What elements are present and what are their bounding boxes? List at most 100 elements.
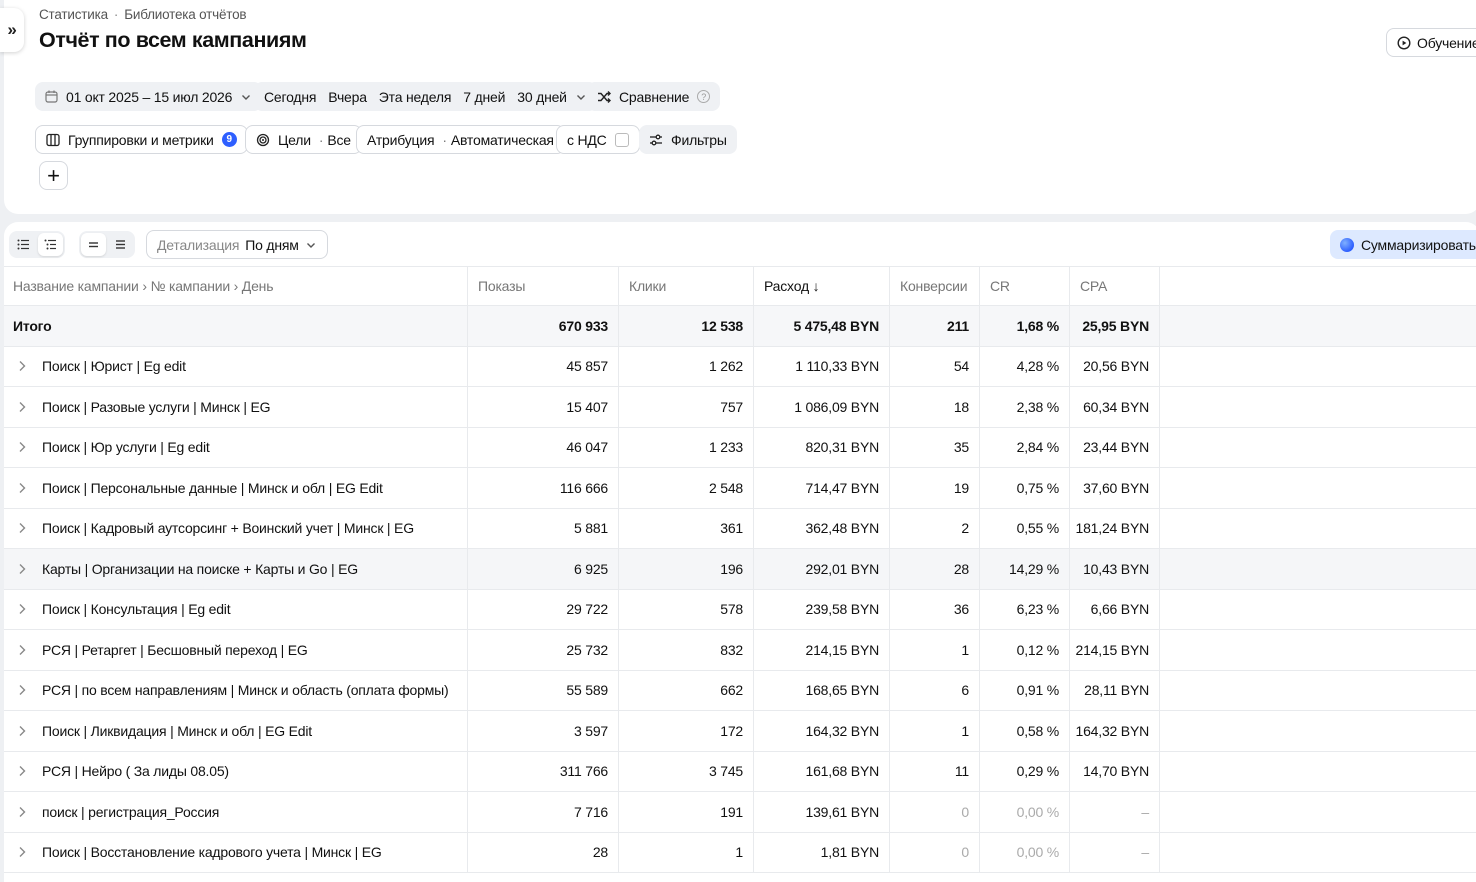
conversions-cell: 18 (890, 387, 980, 427)
campaign-name[interactable]: Поиск | Консультация | Eg edit (42, 601, 231, 617)
table-row[interactable]: Поиск | Консультация | Eg edit 29 722 578 2… (4, 589, 1476, 630)
table-row[interactable]: Поиск | Персональные данные | Минск и об… (4, 468, 1476, 509)
chevron-right-icon[interactable] (17, 563, 37, 575)
chevron-right-icon[interactable] (17, 684, 37, 696)
chevron-right-icon[interactable] (17, 482, 37, 494)
campaign-name[interactable]: поиск | регистрация_Россия (42, 804, 219, 820)
table-row[interactable]: поиск | регистрация_Россия 7 716 191 139,61… (4, 792, 1476, 833)
breadcrumb-report-library[interactable]: Библиотека отчётов (124, 7, 246, 22)
table-row[interactable]: Поиск | Восстановление кадрового учета |… (4, 832, 1476, 873)
table-row[interactable]: Карты | Организации на поиске + Карты и … (4, 549, 1476, 590)
add-button[interactable]: + (39, 161, 68, 190)
table-row[interactable]: РСЯ | по всем направлениям | Минск и обл… (4, 670, 1476, 711)
table-row[interactable]: Поиск | Кадровый аутсорсинг + Воинский у… (4, 508, 1476, 549)
density-compact-button[interactable] (81, 233, 106, 256)
chevron-right-icon[interactable] (17, 725, 37, 737)
campaign-name[interactable]: РСЯ | по всем направлениям | Минск и обл… (42, 682, 449, 698)
impressions-cell: 15 407 (468, 387, 619, 427)
campaign-name-cell: Поиск | Разовые услуги | Минск | EG (4, 387, 468, 427)
total-conversions: 211 (890, 306, 980, 346)
column-header-conversions[interactable]: Конверсии (890, 267, 980, 305)
period-yesterday[interactable]: Вчера (328, 89, 367, 105)
cr-cell: 0,55 % (980, 508, 1070, 548)
breadcrumb-statistics[interactable]: Статистика (39, 7, 108, 22)
column-header-campaign[interactable]: Название кампании › № кампании › День (4, 267, 468, 305)
campaign-name[interactable]: Поиск | Ликвидация | Минск и обл | EG Ed… (42, 723, 312, 739)
table-row[interactable]: Поиск | Ликвидация | Минск и обл | EG Ed… (4, 711, 1476, 752)
period-30-days[interactable]: 30 дней (517, 89, 567, 105)
campaign-name[interactable]: Поиск | Юрист | Eg edit (42, 358, 186, 374)
column-header-cr[interactable]: CR (980, 267, 1070, 305)
table-row[interactable]: РСЯ | Нейро ( За лиды 08.05) 311 766 3 745… (4, 751, 1476, 792)
chevron-right-icon[interactable] (17, 806, 37, 818)
campaign-name[interactable]: Поиск | Юр услуги | Eg edit (42, 439, 210, 455)
chevron-right-icon[interactable] (17, 522, 37, 534)
impressions-cell: 25 732 (468, 630, 619, 670)
table-row[interactable]: РСЯ | Ретаргет | Бесшовный переход | EG 2… (4, 630, 1476, 671)
detail-level-select[interactable]: Детализация По дням (146, 230, 328, 259)
table-row[interactable]: Поиск | Разовые услуги | Минск | EG 15 40… (4, 387, 1476, 428)
play-circle-icon (1397, 35, 1411, 50)
period-7-days[interactable]: 7 дней (463, 89, 505, 105)
table-row[interactable]: Поиск | Юр услуги | Eg edit 46 047 1 233 82… (4, 427, 1476, 468)
cpa-cell: 214,15 BYN (1070, 630, 1160, 670)
column-header-cpa[interactable]: CPA (1070, 267, 1160, 305)
date-range-value: 01 окт 2025 – 15 июл 2026 (66, 88, 233, 105)
campaign-name[interactable]: Поиск | Восстановление кадрового учета |… (42, 844, 382, 860)
chevron-right-icon[interactable] (17, 765, 37, 777)
clicks-cell: 2 548 (619, 468, 754, 508)
period-this-week[interactable]: Эта неделя (379, 89, 452, 105)
report-table-panel: Детализация По дням Суммаризировать Назв… (4, 222, 1476, 882)
help-icon[interactable]: ? (697, 90, 711, 103)
clicks-cell: 757 (619, 387, 754, 427)
chevron-right-icon[interactable] (17, 603, 37, 615)
sidebar-expand-button[interactable]: » (0, 8, 24, 52)
attribution-button[interactable]: Атрибуция · Автоматическая (356, 125, 565, 154)
column-header-clicks[interactable]: Клики (619, 267, 754, 305)
campaign-name[interactable]: Поиск | Кадровый аутсорсинг + Воинский у… (42, 520, 414, 536)
clicks-cell: 191 (619, 792, 754, 832)
campaign-name-cell: Поиск | Консультация | Eg edit (4, 589, 468, 629)
tree-list-icon (44, 239, 56, 250)
density-regular-button[interactable] (108, 233, 133, 256)
campaign-name[interactable]: РСЯ | Ретаргет | Бесшовный переход | EG (42, 642, 308, 658)
column-header-spend[interactable]: Расход ↓ (754, 267, 890, 305)
total-clicks: 12 538 (619, 306, 754, 346)
cpa-cell: 20,56 BYN (1070, 346, 1160, 386)
conversions-cell: 0 (890, 832, 980, 872)
summarize-button[interactable]: Суммаризировать (1330, 230, 1476, 259)
table-row[interactable]: Поиск | Юрист | Eg edit 45 857 1 262 1 110,… (4, 346, 1476, 387)
spend-cell: 1 110,33 BYN (754, 346, 890, 386)
flat-list-view-button[interactable] (11, 233, 36, 256)
learning-button[interactable]: Обучение (1386, 28, 1476, 57)
column-header-impressions[interactable]: Показы (468, 267, 619, 305)
comparison-button[interactable]: Сравнение ? (587, 82, 721, 111)
tree-list-view-button[interactable] (38, 233, 63, 256)
cr-cell: 0,12 % (980, 630, 1070, 670)
campaign-name[interactable]: Поиск | Разовые услуги | Минск | EG (42, 399, 270, 415)
conversions-cell: 19 (890, 468, 980, 508)
cpa-cell: – (1070, 832, 1160, 872)
campaign-name[interactable]: Карты | Организации на поиске + Карты и … (42, 561, 358, 577)
chevron-right-icon[interactable] (17, 360, 37, 372)
chevron-right-icon[interactable] (17, 846, 37, 858)
campaign-name[interactable]: Поиск | Персональные данные | Минск и об… (42, 480, 383, 496)
period-today[interactable]: Сегодня (264, 89, 316, 105)
clicks-cell: 172 (619, 711, 754, 751)
campaign-name-cell: Карты | Организации на поиске + Карты и … (4, 549, 468, 589)
total-cpa: 25,95 BYN (1070, 306, 1160, 346)
chevron-right-icon[interactable] (17, 401, 37, 413)
campaign-name-cell: Поиск | Кадровый аутсорсинг + Воинский у… (4, 508, 468, 548)
clicks-cell: 196 (619, 549, 754, 589)
vat-checkbox[interactable] (614, 132, 629, 147)
campaign-name[interactable]: РСЯ | Нейро ( За лиды 08.05) (42, 763, 229, 779)
groupings-metrics-button[interactable]: Группировки и метрики 9 (35, 125, 248, 154)
date-range-picker[interactable]: 01 окт 2025 – 15 июл 2026 (35, 82, 263, 111)
vat-toggle[interactable]: с НДС (556, 125, 640, 154)
chevron-down-icon[interactable] (575, 91, 587, 103)
chevron-right-icon[interactable] (17, 441, 37, 453)
filters-button[interactable]: Фильтры (639, 125, 737, 154)
chevron-right-icon[interactable] (17, 644, 37, 656)
goals-button[interactable]: Цели · Все (245, 125, 362, 154)
target-icon (256, 133, 270, 146)
